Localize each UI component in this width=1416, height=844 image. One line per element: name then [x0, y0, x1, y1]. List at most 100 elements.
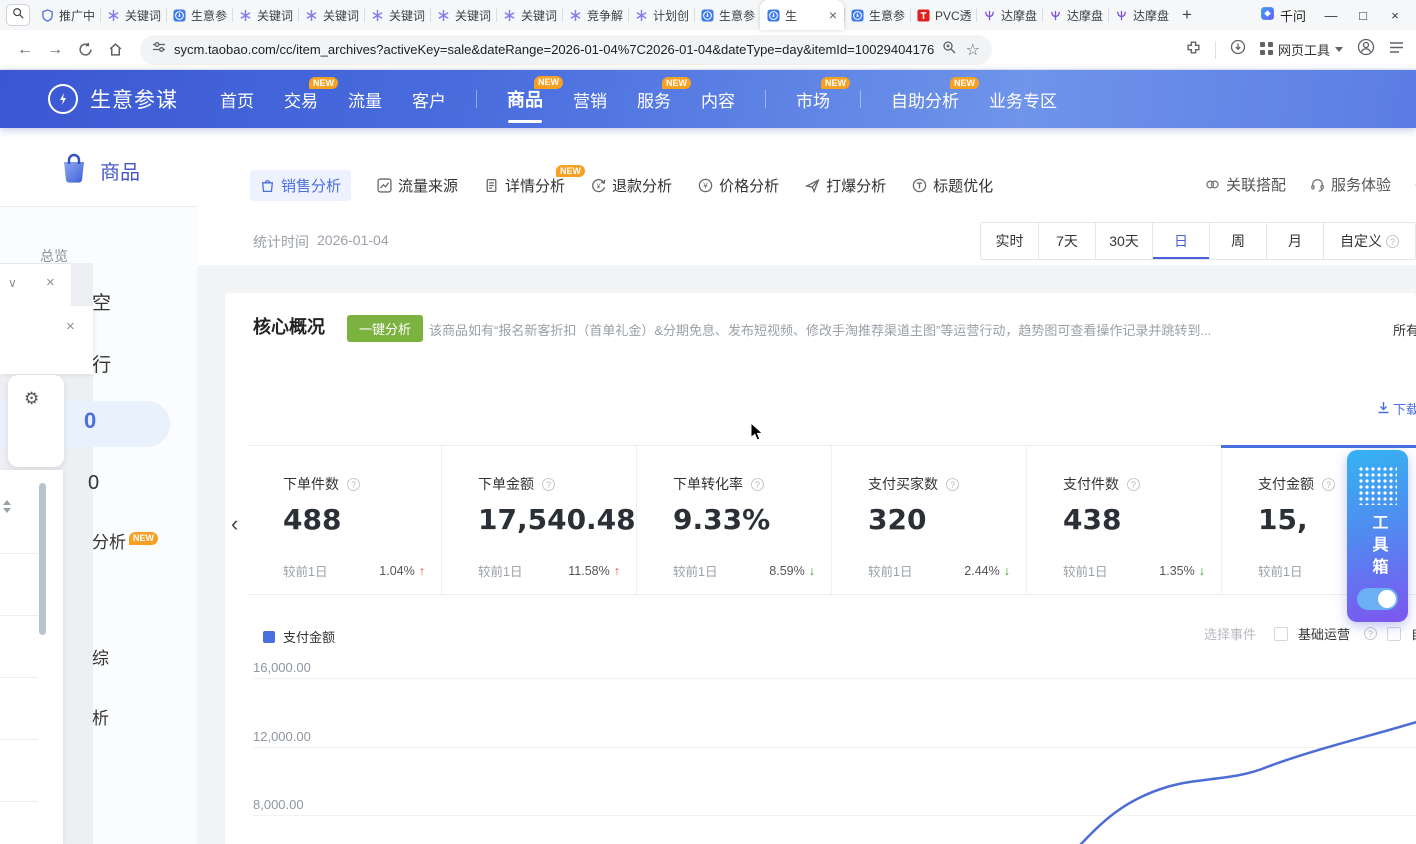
- event-checkbox[interactable]: [1387, 627, 1401, 641]
- window-maximize-button[interactable]: □: [1356, 8, 1370, 23]
- toolbox-widget[interactable]: 工具箱: [1347, 450, 1408, 622]
- qianwen-assistant-button[interactable]: 千问: [1260, 6, 1306, 25]
- tab-详情分析[interactable]: 详情分析NEW: [484, 175, 565, 196]
- downloads-icon[interactable]: [1230, 39, 1246, 60]
- nav-item-市场[interactable]: 市场NEW: [796, 87, 830, 112]
- home-button[interactable]: [102, 37, 128, 63]
- range-日[interactable]: 日: [1152, 223, 1209, 259]
- extensions-icon[interactable]: [1186, 40, 1201, 60]
- address-bar[interactable]: sycm.taobao.com/cc/item_archives?activeK…: [140, 35, 992, 65]
- toolbox-toggle[interactable]: [1357, 588, 1398, 610]
- sidebar-item-fragment[interactable]: 分析NEW: [92, 528, 158, 553]
- metric-card-支付件数[interactable]: 支付件数?438较前1日1.35%↓: [1026, 446, 1221, 594]
- one-click-analyze-button[interactable]: 一键分析: [347, 315, 423, 342]
- browser-tab[interactable]: 生意参: [166, 0, 232, 30]
- range-7天[interactable]: 7天: [1038, 223, 1095, 259]
- help-icon[interactable]: ?: [1386, 235, 1399, 248]
- tab-退款分析[interactable]: ¥退款分析: [591, 175, 672, 196]
- site-settings-icon[interactable]: [152, 40, 166, 59]
- collapse-chevron-icon[interactable]: ∨: [8, 276, 17, 290]
- browser-tab[interactable]: 生意参: [694, 0, 760, 30]
- browser-tab[interactable]: 关键词: [298, 0, 364, 30]
- zoom-icon[interactable]: [942, 40, 956, 59]
- browser-tab[interactable]: 生意参: [844, 0, 910, 30]
- metric-card-支付买家数[interactable]: 支付买家数?320较前1日2.44%↓: [831, 446, 1026, 594]
- metric-card-下单件数[interactable]: 下单件数?488较前1日1.04%↑: [247, 446, 441, 594]
- sidebar-item-fragment[interactable]: 行: [92, 350, 111, 377]
- browser-tab[interactable]: 关键词: [100, 0, 166, 30]
- nav-item-客户[interactable]: 客户: [412, 87, 446, 112]
- event-checkbox[interactable]: [1274, 627, 1288, 641]
- overview-right-link[interactable]: 所有: [1393, 320, 1416, 339]
- metric-card-下单金额[interactable]: 下单金额?17,540.48较前1日11.58%↑: [441, 446, 636, 594]
- browser-tab[interactable]: 竞争解: [562, 0, 628, 30]
- browser-menu-icon[interactable]: [1389, 41, 1404, 59]
- nav-item-商品[interactable]: 商品NEW: [507, 86, 543, 112]
- nav-item-业务专区[interactable]: 业务专区: [989, 87, 1057, 112]
- back-button[interactable]: ←: [12, 37, 38, 63]
- browser-tab[interactable]: 计划创: [628, 0, 694, 30]
- tab-标题优化[interactable]: 标题优化: [912, 175, 993, 196]
- browser-tab[interactable]: 推广中: [34, 0, 100, 30]
- cards-scroll-left-chevron[interactable]: ‹: [231, 511, 238, 537]
- url-text[interactable]: sycm.taobao.com/cc/item_archives?activeK…: [174, 42, 934, 57]
- new-tab-button[interactable]: +: [1174, 2, 1200, 28]
- tab-销售分析[interactable]: 销售分析: [250, 170, 351, 201]
- browser-tab[interactable]: 达摩盘: [976, 0, 1042, 30]
- nav-item-流量[interactable]: 流量: [348, 87, 382, 112]
- tab-close-icon[interactable]: ×: [829, 8, 837, 22]
- scrollbar-thumb[interactable]: [39, 483, 46, 635]
- browser-tab[interactable]: 生×: [760, 0, 844, 30]
- refresh-button[interactable]: [72, 37, 98, 63]
- metric-card-下单转化率[interactable]: 下单转化率?9.33%较前1日8.59%↓: [636, 446, 831, 594]
- range-实时[interactable]: 实时: [981, 223, 1038, 259]
- browser-tab[interactable]: 关键词: [430, 0, 496, 30]
- nav-item-内容[interactable]: 内容: [701, 87, 735, 112]
- profile-avatar[interactable]: [1357, 38, 1375, 61]
- link-关联搭配[interactable]: 关联搭配: [1205, 174, 1286, 195]
- tab-流量来源[interactable]: 流量来源: [377, 175, 458, 196]
- help-icon[interactable]: ?: [1364, 627, 1377, 640]
- chart-legend[interactable]: 支付金额: [263, 627, 335, 646]
- help-icon[interactable]: ?: [347, 478, 360, 491]
- tab-价格分析[interactable]: ¥价格分析: [698, 175, 779, 196]
- nav-item-服务[interactable]: 服务NEW: [637, 87, 671, 112]
- webtools-menu[interactable]: 网页工具: [1260, 40, 1343, 59]
- sidebar-item-fragment[interactable]: 0: [88, 472, 99, 495]
- help-icon[interactable]: ?: [946, 478, 959, 491]
- download-link[interactable]: 下载: [1377, 399, 1416, 418]
- range-自定义[interactable]: 自定义?: [1323, 223, 1415, 259]
- help-icon[interactable]: ?: [542, 478, 555, 491]
- browser-tab[interactable]: PVC透: [910, 0, 976, 30]
- forward-button[interactable]: →: [42, 37, 68, 63]
- close-icon[interactable]: ×: [46, 274, 55, 291]
- sidebar-item-fragment[interactable]: 析: [92, 704, 109, 729]
- nav-item-首页[interactable]: 首页: [220, 87, 254, 112]
- link-服务体验[interactable]: 服务体验: [1310, 174, 1391, 195]
- help-icon[interactable]: ?: [1127, 478, 1140, 491]
- help-icon[interactable]: ?: [1322, 478, 1335, 491]
- tab-search-button[interactable]: [6, 4, 30, 26]
- sidebar-item-fragment[interactable]: 空: [92, 288, 111, 315]
- window-close-button[interactable]: ×: [1388, 8, 1402, 23]
- browser-tab[interactable]: 达摩盘: [1042, 0, 1108, 30]
- range-月[interactable]: 月: [1266, 223, 1323, 259]
- sort-control[interactable]: [3, 500, 11, 513]
- window-minimize-button[interactable]: —: [1324, 8, 1338, 23]
- range-周[interactable]: 周: [1209, 223, 1266, 259]
- nav-item-自助分析[interactable]: 自助分析NEW: [891, 87, 959, 112]
- browser-tab[interactable]: 达摩盘: [1108, 0, 1174, 30]
- sidebar-item-fragment[interactable]: 0: [84, 408, 96, 434]
- nav-item-交易[interactable]: 交易NEW: [284, 87, 318, 112]
- nav-item-营销[interactable]: 营销: [573, 87, 607, 112]
- browser-tab[interactable]: 关键词: [496, 0, 562, 30]
- bookmark-star-icon[interactable]: ☆: [966, 40, 980, 60]
- tab-打爆分析[interactable]: 打爆分析: [805, 175, 886, 196]
- sidebar-item-fragment[interactable]: 综: [92, 644, 109, 669]
- help-icon[interactable]: ?: [751, 478, 764, 491]
- browser-tab[interactable]: 关键词: [364, 0, 430, 30]
- gear-icon[interactable]: ⚙: [24, 389, 39, 409]
- browser-tab[interactable]: 关键词: [232, 0, 298, 30]
- close-icon[interactable]: ×: [66, 318, 75, 335]
- range-30天[interactable]: 30天: [1095, 223, 1152, 259]
